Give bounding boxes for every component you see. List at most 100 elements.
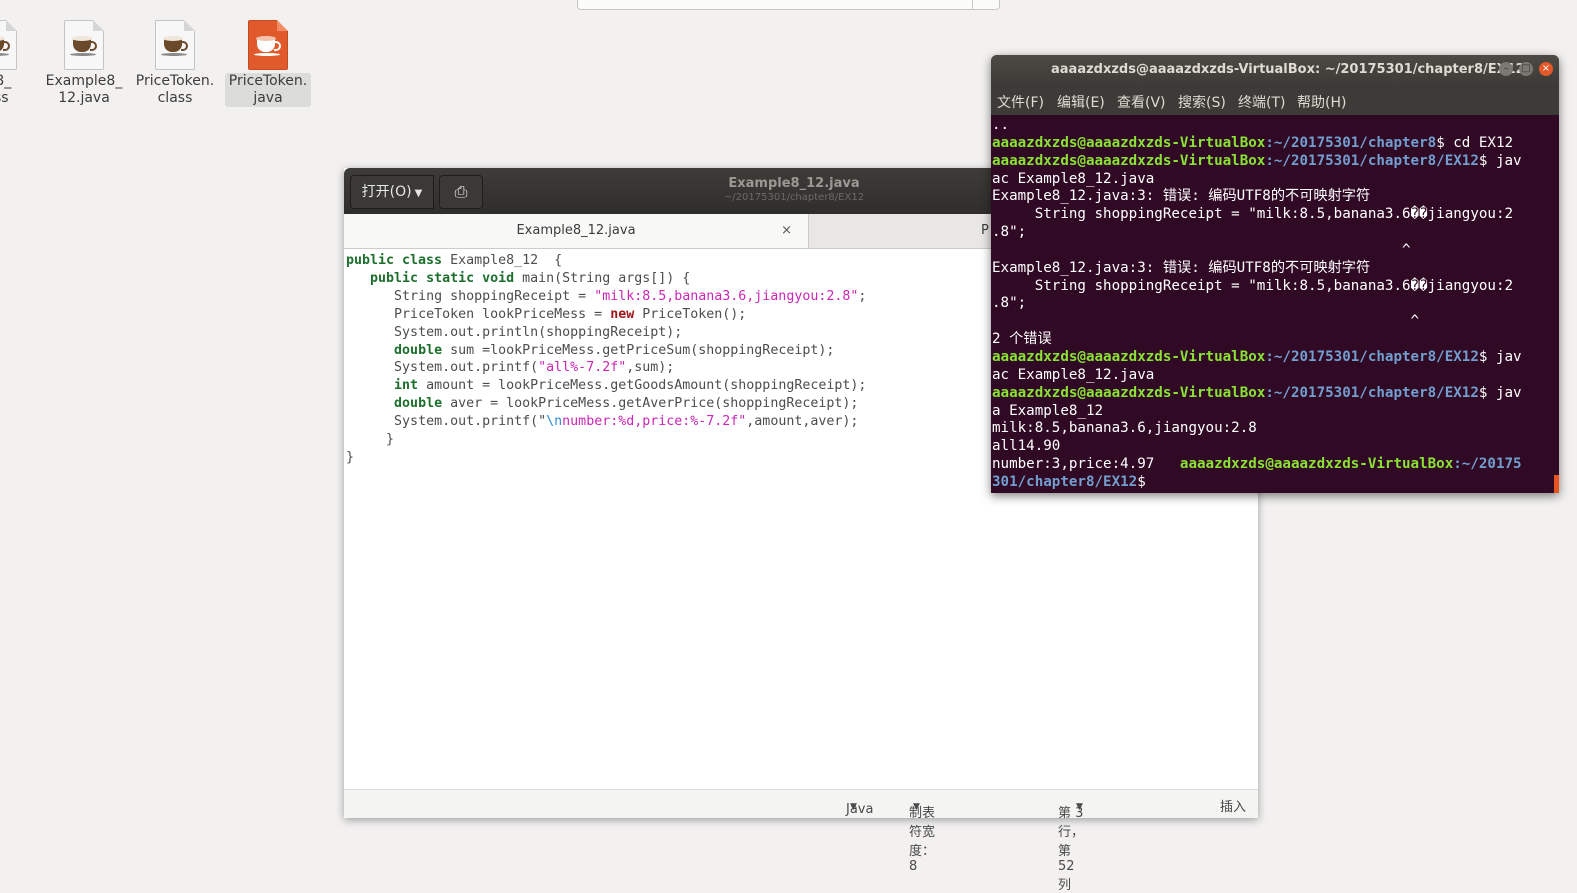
file-item-example8-12-java[interactable]: Example8_ 12.java — [41, 20, 127, 107]
code-token: "milk:8.5,banana3.6,jiangyou:2.8" — [594, 288, 859, 304]
open-button-label: 打开(O) — [361, 184, 412, 200]
scrollbar-indicator[interactable] — [1554, 475, 1559, 493]
terminal-menubar: 文件(F) 编辑(E) 查看(V) 搜索(S) 终端(T) 帮助(H) — [991, 85, 1559, 115]
prompt-user: aaaazdxzds@aaaazdxzds-VirtualBox — [992, 348, 1266, 365]
menu-edit[interactable]: 编辑(E) — [1057, 92, 1105, 112]
code-token: System.out.println(shoppingReceipt); — [394, 324, 683, 340]
code-token: Example8_12 { — [442, 253, 563, 268]
file-item-pricetoken-class[interactable]: PriceToken. class — [132, 20, 218, 107]
code-token: aver = lookPriceMess.getAverPrice(shoppi… — [442, 396, 859, 412]
chevron-down-icon: ▼ — [1076, 802, 1083, 812]
code-token: PriceToken(); — [634, 306, 747, 322]
terminal-line: Example8_12.java:3: 错误: 编码UTF8的不可映射字符 — [992, 259, 1371, 276]
code-token: public static void — [370, 270, 515, 286]
close-icon[interactable]: × — [781, 214, 792, 248]
file-label: le8_ass — [0, 73, 12, 106]
terminal-command: $ jav — [1478, 152, 1522, 169]
new-document-button[interactable]: ⎙ — [439, 175, 483, 209]
file-item-class-partial[interactable]: le8_ass — [0, 20, 40, 107]
document-icon: ⎙ — [454, 182, 468, 201]
prompt-user: aaaazdxzds@aaaazdxzds-VirtualBox — [992, 134, 1266, 151]
code-token: \n — [546, 414, 563, 430]
code-token: String shoppingReceipt = — [394, 288, 595, 304]
terminal-line: ^ — [992, 313, 1420, 330]
java-class-file-icon — [0, 20, 17, 70]
search-box-divider — [972, 0, 973, 9]
terminal-prompt-end: $ — [1137, 473, 1146, 490]
terminal-line: .8"; — [992, 224, 1027, 241]
terminal-line: number:3,price:4.97 — [992, 456, 1180, 473]
chevron-down-icon: ▼ — [414, 188, 423, 199]
file-label: PriceToken. java — [225, 73, 311, 107]
prompt-user: aaaazdxzds@aaaazdxzds-VirtualBox — [992, 152, 1266, 169]
terminal-line: String shoppingReceipt = "milk:8.5,banan… — [992, 206, 1514, 223]
file-item-pricetoken-java[interactable]: PriceToken. java — [225, 20, 311, 107]
close-icon[interactable]: × — [1539, 62, 1553, 76]
code-token: } — [346, 449, 355, 465]
file-label: Example8_ 12.java — [45, 73, 123, 106]
terminal-line: milk:8.5,banana3.6,jiangyou:2.8 — [992, 420, 1257, 437]
terminal-command: $ jav — [1478, 384, 1522, 401]
statusbar: Java ▼ 制表符宽度：8 ▼ 第 3 行，第 52 列 ▼ 插入 — [344, 789, 1258, 893]
prompt-path: 301/chapter8/EX12 — [992, 473, 1138, 490]
prompt-path: :~/20175301/chapter8/EX12 — [1265, 152, 1479, 169]
prompt-path: :~/20175301/chapter8 — [1265, 134, 1437, 151]
terminal-line: String shoppingReceipt = "milk:8.5,banan… — [992, 277, 1514, 294]
code-editor[interactable]: public class Example8_12 { public static… — [346, 252, 866, 467]
code-token: sum =lookPriceMess.getPriceSum(shoppingR… — [442, 342, 835, 358]
java-class-file-icon — [155, 20, 195, 70]
menu-search[interactable]: 搜索(S) — [1178, 92, 1226, 112]
code-token: main(String args[]) { — [514, 270, 691, 286]
code-token: System.out.printf( — [394, 360, 539, 376]
terminal-line: .. — [992, 117, 1010, 133]
terminal-line: .8"; — [992, 295, 1027, 312]
code-token: } — [386, 432, 395, 448]
code-token: number:%d,price:%-7.2f" — [562, 414, 747, 430]
code-token: double — [394, 342, 443, 358]
terminal-command: $ jav — [1478, 348, 1522, 365]
window-subtitle: ~/20175301/chapter8/EX12 — [723, 192, 865, 203]
prompt-path: :~/20175 — [1453, 456, 1522, 473]
terminal-line: ac Example8_12.java — [992, 170, 1155, 187]
terminal-output[interactable]: .. aaaazdxzds@aaaazdxzds-VirtualBox:~/20… — [992, 117, 1522, 492]
code-token: "all%-7.2f" — [538, 360, 627, 376]
terminal-line: ac Example8_12.java — [992, 366, 1155, 383]
prompt-user: aaaazdxzds@aaaazdxzds-VirtualBox — [1179, 456, 1454, 473]
terminal-line: a Example8_12 — [992, 402, 1104, 419]
java-source-file-icon-selected — [248, 20, 288, 70]
terminal-line: 2 个错误 — [992, 331, 1052, 348]
terminal-command: $ cd EX12 — [1436, 134, 1514, 151]
chevron-down-icon: ▼ — [850, 802, 857, 812]
terminal-title: aaaazdxzds@aaaazdxzds-VirtualBox: ~/2017… — [1051, 62, 1525, 77]
tab-label: Example8_12.java — [516, 223, 636, 238]
code-token: ,amount,aver); — [746, 414, 859, 430]
prompt-user: aaaazdxzds@aaaazdxzds-VirtualBox — [992, 384, 1266, 401]
terminal-line: Example8_12.java:3: 错误: 编码UTF8的不可映射字符 — [992, 188, 1371, 205]
menu-terminal[interactable]: 终端(T) — [1238, 92, 1285, 112]
code-token: ; — [858, 288, 867, 304]
chevron-down-icon: ▼ — [913, 802, 920, 812]
terminal-window: aaaazdxzds@aaaazdxzds-VirtualBox: ~/2017… — [991, 55, 1559, 493]
minimize-icon[interactable]: – — [1499, 62, 1513, 76]
code-token: amount = lookPriceMess.getGoodsAmount(sh… — [418, 378, 867, 394]
terminal-line: all14.90 — [992, 438, 1061, 455]
menu-file[interactable]: 文件(F) — [997, 92, 1044, 112]
terminal-line: ^ — [992, 241, 1411, 258]
code-token: System.out.printf(" — [394, 414, 547, 430]
code-token: public class — [346, 253, 443, 268]
file-label: PriceToken. class — [135, 73, 215, 106]
prompt-path: :~/20175301/chapter8/EX12 — [1265, 348, 1479, 365]
java-source-file-icon — [64, 20, 104, 70]
code-token: ,sum); — [626, 360, 675, 376]
maximize-icon[interactable]: □ — [1519, 62, 1533, 76]
code-token: int — [394, 378, 419, 394]
menu-view[interactable]: 查看(V) — [1117, 92, 1166, 112]
open-button[interactable]: 打开(O) ▼ — [350, 175, 434, 209]
search-box-edge — [577, 0, 1000, 10]
menu-help[interactable]: 帮助(H) — [1297, 92, 1346, 112]
tab-example8-12-java[interactable]: Example8_12.java × — [344, 214, 809, 248]
code-token: new — [610, 306, 635, 322]
code-token: double — [394, 396, 443, 412]
insert-mode[interactable]: 插入 — [1220, 796, 1246, 815]
prompt-path: :~/20175301/chapter8/EX12 — [1265, 384, 1479, 401]
